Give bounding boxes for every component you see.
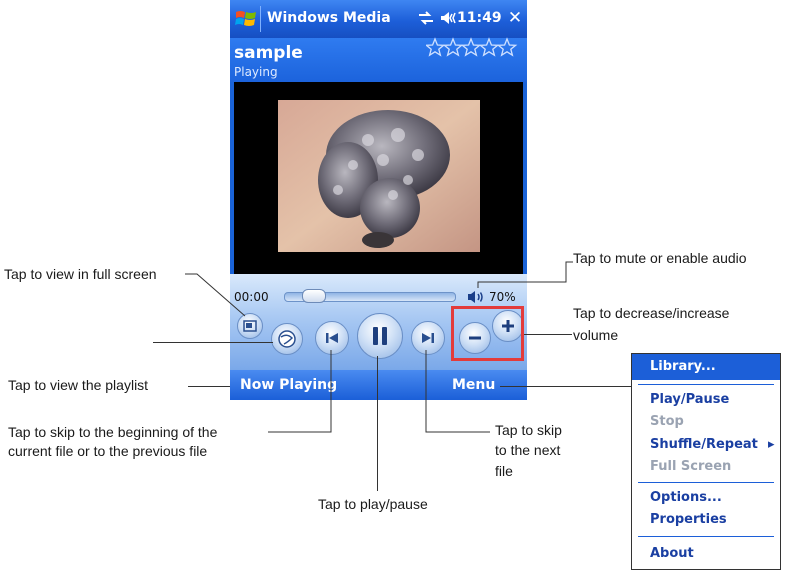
menu-separator: [638, 482, 774, 483]
rating-stars[interactable]: [426, 37, 522, 59]
app-title: Windows Media: [267, 10, 391, 26]
speaker-icon[interactable]: [439, 9, 457, 27]
skip-next-annotation-line2: to the next: [495, 442, 561, 458]
fullscreen-leader-line: [185, 273, 246, 317]
play-pause-leader-line: [377, 356, 378, 491]
connectivity-icon[interactable]: [417, 10, 435, 26]
video-frame: [278, 100, 480, 252]
menu-item-properties[interactable]: Properties: [650, 512, 727, 527]
menu-item-stop: Stop: [650, 414, 684, 429]
menu-item-shuffle-repeat[interactable]: Shuffle/Repeat: [650, 437, 758, 452]
skip-next-annotation-line1: Tap to skip: [495, 422, 562, 438]
skip-prev-annotation-line2: current file or to the previous file: [8, 443, 208, 459]
menu-leader-line: [500, 386, 631, 387]
close-icon[interactable]: ✕: [506, 9, 524, 27]
playlist-leader-line: [188, 386, 230, 387]
seek-thumb[interactable]: [302, 289, 326, 303]
menu-separator: [638, 536, 774, 537]
skip-prev-annotation-line1: Tap to skip to the beginning of the: [8, 424, 218, 440]
mute-annotation: Tap to mute or enable audio: [573, 250, 747, 266]
title-bar: Windows Media 11:49 ✕: [230, 0, 527, 38]
playlist-annotation: Tap to view the playlist: [8, 377, 149, 393]
windows-flag-icon[interactable]: [234, 7, 258, 31]
play-pause-annotation: Tap to play/pause: [318, 496, 428, 512]
pause-icon: [373, 327, 387, 345]
skip-prev-leader-line: [268, 350, 332, 433]
skip-next-leader-line: [425, 350, 490, 433]
menu-item-play-pause[interactable]: Play/Pause: [650, 392, 729, 407]
play-pause-button[interactable]: [357, 313, 403, 359]
submenu-arrow-icon: ▸: [768, 437, 775, 452]
skip-next-annotation-line3: file: [495, 463, 513, 479]
track-title: sample: [234, 43, 303, 63]
playlist-globe-leader-line: [153, 342, 273, 343]
volume-annotation-line1: Tap to decrease/increase: [573, 305, 730, 321]
volume-annotation-line2: volume: [573, 327, 619, 343]
video-area[interactable]: [234, 82, 523, 274]
fullscreen-annotation: Tap to view in full screen: [4, 266, 157, 282]
context-menu: Library... Play/Pause Stop Shuffle/Repea…: [631, 353, 781, 570]
menu-item-about[interactable]: About: [650, 546, 694, 561]
mute-leader-line: [477, 261, 573, 288]
clock: 11:49: [457, 10, 502, 26]
menu-item-options[interactable]: Options...: [650, 490, 722, 505]
menu-item-full-screen: Full Screen: [650, 459, 732, 474]
title-separator: [260, 6, 261, 32]
menu-item-library-label[interactable]: Library...: [650, 359, 716, 374]
track-status: Playing: [234, 65, 278, 79]
volume-leader-line: [524, 334, 572, 335]
menu-separator: [638, 384, 774, 385]
